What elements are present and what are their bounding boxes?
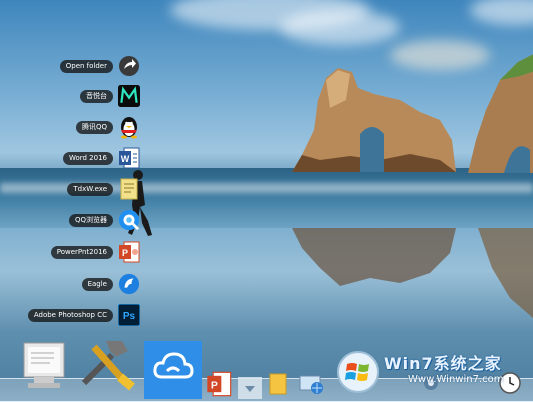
powerpoint-icon: P bbox=[118, 241, 140, 263]
dock-item-system-monitor[interactable] bbox=[20, 341, 70, 393]
cliff-reflection bbox=[478, 228, 533, 318]
watermark-url: Www.Winwin7.com bbox=[408, 374, 504, 385]
word-icon: W bbox=[118, 147, 140, 169]
jump-item-label: QQ浏览器 bbox=[68, 213, 113, 227]
jump-item-powerpoint[interactable]: PowerPnt2016 P bbox=[50, 240, 140, 264]
tools-icon bbox=[76, 333, 138, 395]
jump-item-photoshop[interactable]: Adobe Photoshop CC Ps bbox=[27, 303, 140, 327]
qq-penguin-icon bbox=[118, 116, 140, 139]
jump-item-eagle[interactable]: Eagle bbox=[81, 272, 140, 296]
tdxw-icon bbox=[118, 178, 140, 200]
jump-item-label: 音悦台 bbox=[80, 89, 113, 103]
cloud bbox=[470, 0, 533, 25]
dock-item-powerpoint[interactable]: P bbox=[204, 371, 234, 401]
svg-text:Ps: Ps bbox=[123, 311, 136, 322]
cloud bbox=[280, 10, 400, 45]
eagle-icon bbox=[118, 273, 140, 295]
jump-item-label: Eagle bbox=[81, 277, 113, 291]
svg-text:P: P bbox=[122, 248, 128, 258]
photoshop-icon: Ps bbox=[118, 304, 140, 326]
jump-list: Open folder 音悦台 腾讯QQ Word 2016 W TdxW.ex… bbox=[0, 0, 140, 335]
dock-item-windows[interactable] bbox=[336, 351, 380, 397]
jump-item-yinyuetai[interactable]: 音悦台 bbox=[80, 84, 140, 108]
jump-item-label: Open folder bbox=[59, 59, 113, 73]
jump-item-open-folder[interactable]: Open folder bbox=[59, 54, 140, 78]
dock-item-overflow[interactable] bbox=[238, 377, 262, 399]
watermark: Win7系统之家 Www.Winwin7.com bbox=[384, 350, 533, 400]
open-folder-arrow-icon bbox=[118, 55, 140, 77]
jump-item-label: 腾讯QQ bbox=[75, 120, 113, 134]
cloud-sync-icon bbox=[150, 345, 196, 395]
cliff-rock bbox=[468, 54, 533, 173]
arch-rock bbox=[292, 68, 456, 172]
powerpoint-icon: P bbox=[206, 370, 232, 402]
network-globe-icon bbox=[297, 372, 325, 400]
jump-item-word[interactable]: Word 2016 W bbox=[62, 146, 140, 170]
jump-item-label: TdxW.exe bbox=[67, 182, 113, 196]
rock-reflection bbox=[292, 228, 456, 286]
dock-item-cloud[interactable] bbox=[144, 341, 202, 399]
jump-item-qq-browser[interactable]: QQ浏览器 bbox=[68, 208, 140, 232]
system-monitor-icon bbox=[20, 339, 70, 395]
qq-browser-icon bbox=[118, 209, 140, 231]
chevron-down-icon bbox=[244, 379, 256, 398]
svg-text:P: P bbox=[211, 380, 218, 392]
dock-item-folder[interactable] bbox=[266, 373, 290, 399]
watermark-brand: Win7系统之家 bbox=[384, 354, 502, 373]
jump-item-qq[interactable]: 腾讯QQ bbox=[75, 115, 140, 139]
jump-item-label: PowerPnt2016 bbox=[50, 245, 113, 259]
jump-item-tdxw[interactable]: TdxW.exe bbox=[67, 177, 140, 201]
dock-item-tools[interactable] bbox=[76, 335, 138, 393]
windows-logo-icon bbox=[336, 350, 380, 398]
jump-item-label: Adobe Photoshop CC bbox=[27, 308, 113, 322]
jump-item-label: Word 2016 bbox=[62, 151, 113, 165]
yinyuetai-icon bbox=[118, 85, 140, 107]
svg-text:W: W bbox=[121, 154, 130, 164]
folder-icon bbox=[268, 372, 288, 400]
dock-item-network[interactable] bbox=[296, 373, 326, 399]
